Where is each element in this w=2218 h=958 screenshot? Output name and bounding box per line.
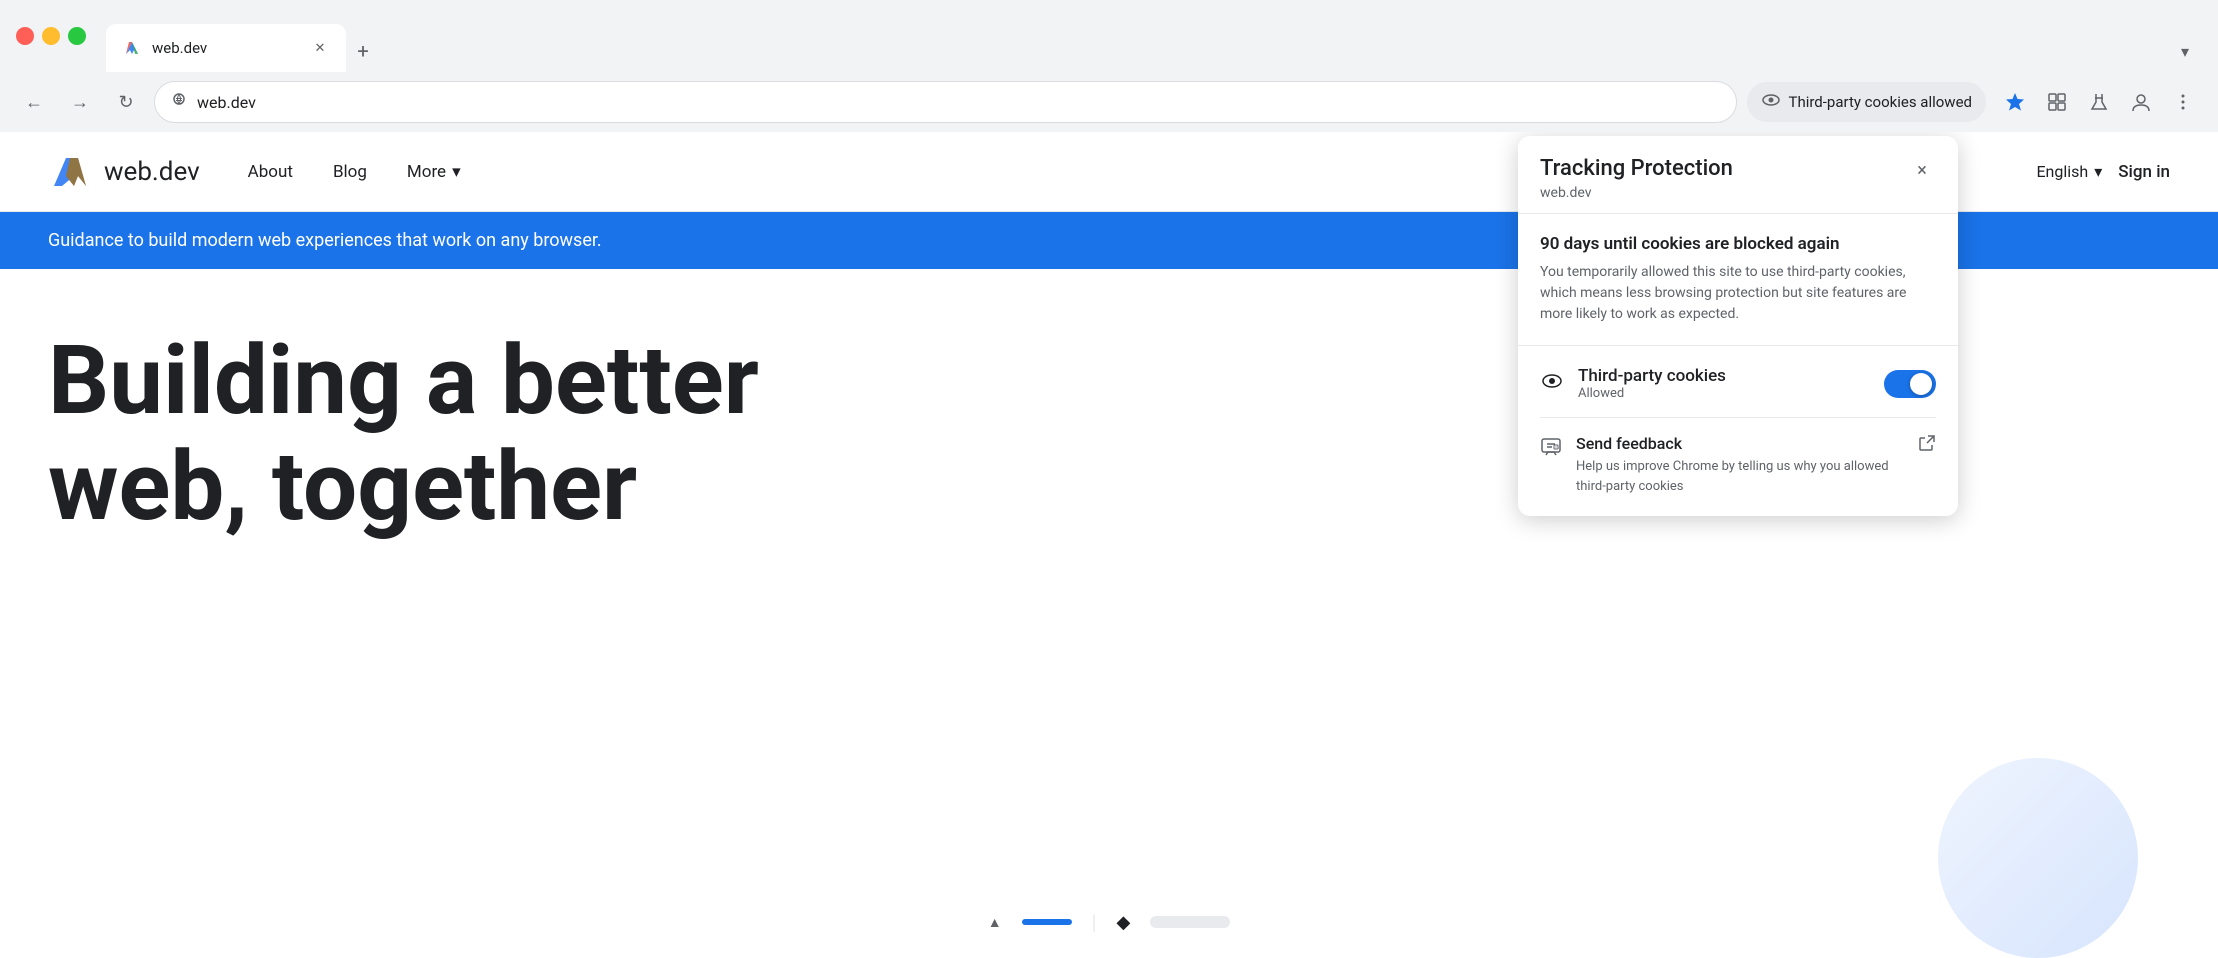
cookie-toggle-label: Third-party cookies bbox=[1578, 366, 1870, 386]
address-bar-icon bbox=[171, 92, 187, 112]
title-bar: web.dev ✕ + ▾ bbox=[0, 0, 2218, 72]
external-link-icon[interactable] bbox=[1918, 434, 1936, 456]
more-menu-button[interactable] bbox=[2164, 83, 2202, 121]
new-tab-button[interactable]: + bbox=[346, 34, 380, 68]
cookie-eye-icon bbox=[1540, 369, 1564, 399]
tracking-protection-popup: Tracking Protection web.dev × 90 days un… bbox=[1518, 136, 1958, 516]
traffic-lights bbox=[16, 27, 86, 45]
popup-divider-1 bbox=[1518, 345, 1958, 346]
logo-text: web.dev bbox=[104, 157, 200, 187]
tab-close-button[interactable]: ✕ bbox=[310, 38, 330, 58]
browser-window: web.dev ✕ + ▾ ← → ↻ web.dev bbox=[0, 0, 2218, 958]
logo-icon bbox=[48, 150, 92, 194]
popup-section-divider bbox=[1540, 417, 1936, 418]
profile-button[interactable] bbox=[2122, 83, 2160, 121]
nav-blog[interactable]: Blog bbox=[333, 162, 367, 182]
tab-expand-button[interactable]: ▾ bbox=[2168, 34, 2202, 68]
tab-title: web.dev bbox=[152, 39, 300, 57]
minimize-window-button[interactable] bbox=[42, 27, 60, 45]
nav-more-arrow: ▾ bbox=[452, 162, 461, 182]
tabs-bar: web.dev ✕ + ▾ bbox=[106, 0, 2202, 72]
headline-line1: Building a better bbox=[48, 325, 759, 437]
extensions-button[interactable] bbox=[2038, 83, 2076, 121]
feedback-row: Send feedback Help us improve Chrome by … bbox=[1540, 434, 1936, 496]
popup-subtitle: web.dev bbox=[1540, 185, 1733, 201]
mini-chart bbox=[1150, 916, 1230, 928]
cookie-toggle-row: Third-party cookies Allowed bbox=[1540, 366, 1936, 401]
nav-more-label: More bbox=[407, 162, 446, 182]
blue-circle-decoration bbox=[1938, 758, 2138, 958]
language-button[interactable]: English ▾ bbox=[2036, 162, 2102, 181]
cookie-toggle-info: Third-party cookies Allowed bbox=[1578, 366, 1870, 401]
sign-in-button[interactable]: Sign in bbox=[2118, 162, 2170, 182]
toggle-knob bbox=[1910, 373, 1932, 395]
address-bar[interactable]: web.dev bbox=[154, 81, 1737, 123]
feedback-desc: Help us improve Chrome by telling us why… bbox=[1576, 457, 1904, 496]
popup-days-desc: You temporarily allowed this site to use… bbox=[1540, 262, 1936, 325]
headline-line2: web, together bbox=[48, 431, 637, 543]
back-button[interactable]: ← bbox=[16, 84, 52, 120]
page-content: web.dev About Blog More ▾ English ▾ Sign… bbox=[0, 132, 2218, 958]
language-arrow: ▾ bbox=[2094, 162, 2102, 181]
feedback-content: Send feedback Help us improve Chrome by … bbox=[1576, 434, 1904, 496]
close-window-button[interactable] bbox=[16, 27, 34, 45]
tracking-pill-label: Third-party cookies allowed bbox=[1789, 93, 1973, 111]
scroll-indicator bbox=[1022, 919, 1072, 925]
feedback-icon bbox=[1540, 436, 1562, 463]
toolbar: ← → ↻ web.dev Thi bbox=[0, 72, 2218, 132]
banner-text: Guidance to build modern web experiences… bbox=[48, 230, 602, 251]
cookie-toggle-switch[interactable] bbox=[1884, 370, 1936, 398]
toolbar-actions bbox=[1996, 83, 2202, 121]
forward-button[interactable]: → bbox=[62, 84, 98, 120]
popup-body: 90 days until cookies are blocked again … bbox=[1518, 214, 1958, 516]
tracking-eye-icon bbox=[1761, 90, 1781, 115]
scroll-separator: | bbox=[1092, 910, 1097, 934]
feedback-title[interactable]: Send feedback bbox=[1576, 434, 1904, 453]
nav-about[interactable]: About bbox=[248, 162, 293, 182]
nav-more[interactable]: More ▾ bbox=[407, 162, 461, 182]
labs-button[interactable] bbox=[2080, 83, 2118, 121]
scroll-up-icon: ▲ bbox=[988, 914, 1002, 931]
language-label: English bbox=[2036, 162, 2088, 181]
tab-favicon-icon bbox=[122, 38, 142, 58]
diamond-icon: ◆ bbox=[1116, 912, 1130, 933]
popup-header: Tracking Protection web.dev × bbox=[1518, 136, 1958, 214]
popup-title: Tracking Protection bbox=[1540, 156, 1733, 181]
cookie-toggle-status: Allowed bbox=[1578, 386, 1870, 401]
popup-close-button[interactable]: × bbox=[1908, 156, 1936, 184]
tracking-protection-button[interactable]: Third-party cookies allowed bbox=[1747, 82, 1987, 122]
address-text: web.dev bbox=[197, 93, 1720, 112]
active-tab[interactable]: web.dev ✕ bbox=[106, 24, 346, 72]
headline-text: Building a better web, together bbox=[48, 329, 868, 540]
nav-right: English ▾ Sign in bbox=[2036, 162, 2170, 182]
maximize-window-button[interactable] bbox=[68, 27, 86, 45]
popup-header-content: Tracking Protection web.dev bbox=[1540, 156, 1733, 201]
reload-button[interactable]: ↻ bbox=[108, 84, 144, 120]
site-logo[interactable]: web.dev bbox=[48, 150, 200, 194]
popup-days-title: 90 days until cookies are blocked again bbox=[1540, 234, 1936, 254]
page-bottom: ▲ | ◆ bbox=[0, 878, 2218, 958]
bookmark-button[interactable] bbox=[1996, 83, 2034, 121]
